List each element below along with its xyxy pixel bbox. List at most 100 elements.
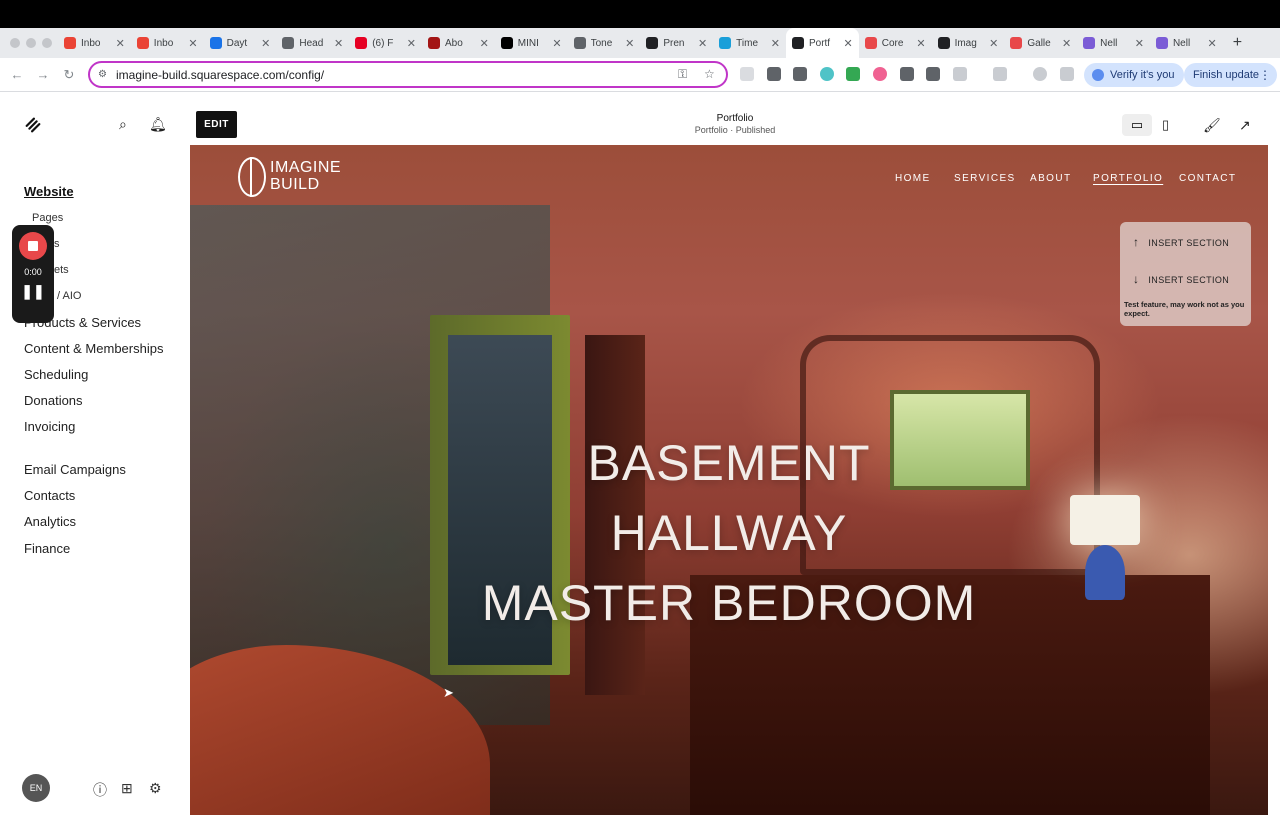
- browser-tab[interactable]: (6) F ✕: [349, 28, 422, 58]
- browser-tab[interactable]: Head ✕: [276, 28, 349, 58]
- avatar[interactable]: EN: [22, 774, 50, 802]
- tab-favicon-icon: [646, 37, 659, 49]
- insert-section-above-button[interactable]: ↑ INSERT SECTION: [1133, 235, 1229, 249]
- close-tab-icon[interactable]: ✕: [552, 37, 561, 50]
- sidebar-item-donations[interactable]: Donations: [24, 393, 83, 408]
- browser-tab[interactable]: Pren ✕: [640, 28, 713, 58]
- verify-button[interactable]: Verify it's you: [1084, 63, 1185, 87]
- browser-tab[interactable]: Nell ✕: [1077, 28, 1150, 58]
- browser-tab[interactable]: Tone ✕: [568, 28, 641, 58]
- close-tab-icon[interactable]: ✕: [698, 37, 707, 50]
- open-external-icon[interactable]: ↗: [1239, 114, 1251, 136]
- back-icon[interactable]: ←: [4, 67, 30, 82]
- os-menu-bar: [0, 0, 1280, 28]
- hero-line-master-bedroom[interactable]: MASTER BEDROOM: [190, 568, 1268, 638]
- browser-tab[interactable]: MINI ✕: [495, 28, 568, 58]
- browser-tab[interactable]: Dayt ✕: [204, 28, 277, 58]
- logo-line-1: IMAGINE: [270, 159, 342, 176]
- settings-gear-icon[interactable]: ⚙: [149, 780, 162, 797]
- sidebar-item-finance[interactable]: Finance: [24, 541, 70, 556]
- tool-extension-icon[interactable]: [926, 67, 940, 81]
- zoom-window-icon[interactable]: [42, 38, 52, 48]
- close-tab-icon[interactable]: ✕: [1135, 37, 1144, 50]
- sidebar-subitem-3[interactable]: ets: [54, 264, 69, 276]
- close-tab-icon[interactable]: ✕: [116, 37, 125, 50]
- sidebar-item-analytics[interactable]: Analytics: [24, 514, 76, 529]
- help-icon[interactable]: ⓘ: [93, 780, 107, 800]
- finish-update-button[interactable]: Finish update ⋮: [1184, 63, 1278, 87]
- heart-extension-icon[interactable]: [873, 67, 887, 81]
- address-bar[interactable]: ⚙ imagine-build.squarespace.com/config/ …: [88, 61, 728, 88]
- desktop-view-icon[interactable]: ▭: [1122, 114, 1152, 136]
- sidebar-item-email[interactable]: Email Campaigns: [24, 462, 126, 477]
- bookmark-star-icon[interactable]: ☆: [704, 67, 715, 81]
- circle-extension-icon[interactable]: [820, 67, 834, 81]
- browser-tab[interactable]: Core ✕: [859, 28, 932, 58]
- bell-icon[interactable]: 🔔︎: [149, 116, 167, 133]
- close-tab-icon[interactable]: ✕: [480, 37, 489, 50]
- close-tab-icon[interactable]: ✕: [188, 37, 197, 50]
- minimize-window-icon[interactable]: [26, 38, 36, 48]
- close-tab-icon[interactable]: ✕: [1208, 37, 1217, 50]
- site-preview-canvas[interactable]: IMAGINE BUILD HOME SERVICES ABOUT PORTFO…: [190, 145, 1268, 815]
- sidebar-item-contacts[interactable]: Contacts: [24, 488, 75, 503]
- media-icon[interactable]: [1060, 67, 1074, 81]
- browser-tab[interactable]: Portf ✕: [785, 28, 859, 58]
- hero-line-hallway[interactable]: HALLWAY: [190, 498, 1268, 568]
- site-nav-services[interactable]: SERVICES: [954, 173, 1016, 184]
- sidebar-item-invoicing[interactable]: Invoicing: [24, 419, 75, 434]
- puzzle-extensions-icon[interactable]: [953, 67, 967, 81]
- close-tab-icon[interactable]: ✕: [1062, 37, 1071, 50]
- site-info-icon[interactable]: ⚙: [98, 69, 107, 80]
- new-tab-button[interactable]: +: [1233, 34, 1242, 52]
- search-icon[interactable]: ⌕: [119, 116, 127, 133]
- site-nav-contact[interactable]: CONTACT: [1179, 173, 1236, 184]
- green-extension-icon[interactable]: [846, 67, 860, 81]
- browser-tab[interactable]: Abo ✕: [422, 28, 495, 58]
- sidebar-item-website[interactable]: Website: [24, 184, 74, 199]
- browser-tab[interactable]: Nell ✕: [1150, 28, 1223, 58]
- grid-extension-icon[interactable]: [793, 67, 807, 81]
- close-tab-icon[interactable]: ✕: [916, 37, 925, 50]
- mobile-view-icon[interactable]: ▯: [1162, 114, 1169, 136]
- site-logo[interactable]: IMAGINE BUILD: [238, 157, 348, 199]
- editor-topbar: EDIT Portfolio Portfolio · Published ▭ ▯…: [190, 92, 1280, 145]
- browser-tab[interactable]: Inbo ✕: [58, 28, 131, 58]
- sidebar-subitem-pages[interactable]: Pages: [32, 212, 63, 224]
- close-tab-icon[interactable]: ✕: [334, 37, 343, 50]
- browser-tab[interactable]: Galle ✕: [1004, 28, 1077, 58]
- browser-tab[interactable]: Inbo ✕: [131, 28, 204, 58]
- pause-icon[interactable]: ❚❚: [12, 283, 54, 300]
- close-tab-icon[interactable]: ✕: [989, 37, 998, 50]
- apps-icon[interactable]: ⊞: [121, 780, 133, 797]
- side-panel-icon[interactable]: [993, 67, 1007, 81]
- close-tab-icon[interactable]: ✕: [407, 37, 416, 50]
- camera-extension-icon[interactable]: [740, 67, 754, 81]
- dark-extension-icon[interactable]: [900, 67, 914, 81]
- sidebar-item-scheduling[interactable]: Scheduling: [24, 367, 88, 382]
- browser-tab[interactable]: Time ✕: [713, 28, 786, 58]
- notion-extension-icon[interactable]: [767, 67, 781, 81]
- close-tab-icon[interactable]: ✕: [261, 37, 270, 50]
- close-tab-icon[interactable]: ✕: [844, 37, 853, 50]
- password-key-icon[interactable]: ⚿: [678, 67, 687, 82]
- close-window-icon[interactable]: [10, 38, 20, 48]
- site-nav-portfolio[interactable]: PORTFOLIO: [1093, 173, 1163, 184]
- site-styles-brush-icon[interactable]: 🖌︎: [1203, 114, 1221, 136]
- sidebar-item-content[interactable]: Content & Memberships: [24, 341, 163, 356]
- site-nav-home[interactable]: HOME: [895, 173, 931, 184]
- more-menu-icon[interactable]: ⋮: [1259, 63, 1271, 87]
- sidebar-subitem-2[interactable]: s: [54, 238, 60, 250]
- sync-icon[interactable]: [1033, 67, 1047, 81]
- close-tab-icon[interactable]: ✕: [771, 37, 780, 50]
- stop-recording-button[interactable]: [19, 232, 47, 260]
- site-nav-about[interactable]: ABOUT: [1030, 173, 1071, 184]
- browser-tab[interactable]: Imag ✕: [932, 28, 1005, 58]
- hero-line-basement[interactable]: BASEMENT: [190, 428, 1268, 498]
- forward-icon[interactable]: →: [30, 67, 56, 82]
- close-tab-icon[interactable]: ✕: [625, 37, 634, 50]
- sidebar-subitem-seo[interactable]: / AIO: [57, 290, 81, 302]
- reload-icon[interactable]: ↻: [56, 67, 82, 83]
- squarespace-logo-icon[interactable]: [24, 116, 42, 134]
- insert-section-below-button[interactable]: ↓ INSERT SECTION: [1133, 272, 1229, 286]
